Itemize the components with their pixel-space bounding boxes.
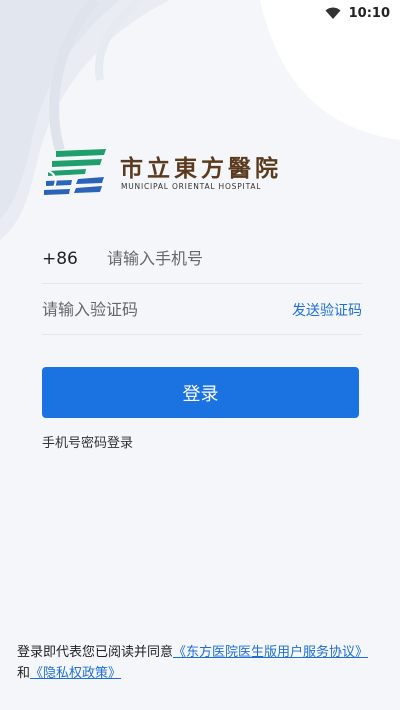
background-swirl bbox=[0, 0, 400, 240]
hospital-logo: 市立東方醫院 MUNICIPAL ORIENTAL HOSPITAL bbox=[42, 145, 278, 201]
status-bar: 10:10 bbox=[0, 0, 400, 26]
agreement-prefix: 登录即代表您已阅读并同意 bbox=[17, 645, 174, 660]
agreement-connector: 和 bbox=[17, 666, 31, 681]
login-button[interactable]: 登录 bbox=[42, 367, 359, 418]
hospital-name-cn: 市立東方醫院 bbox=[120, 155, 282, 182]
password-login-link[interactable]: 手机号密码登录 bbox=[42, 432, 133, 451]
verification-code-input[interactable] bbox=[42, 300, 292, 319]
status-time: 10:10 bbox=[348, 5, 390, 21]
agreement-text: 登录即代表您已阅读并同意《东方医院医生版用户服务协议》和《隐私权政策》 bbox=[17, 642, 377, 684]
send-code-button[interactable]: 发送验证码 bbox=[292, 300, 362, 320]
wifi-icon bbox=[325, 7, 341, 19]
phone-input[interactable] bbox=[107, 249, 362, 268]
privacy-policy-link[interactable]: 《隐私权政策》 bbox=[30, 666, 121, 681]
code-row: 发送验证码 bbox=[42, 285, 362, 335]
hospital-name-en: MUNICIPAL ORIENTAL HOSPITAL bbox=[121, 182, 262, 191]
country-code-selector[interactable]: +86 bbox=[42, 249, 107, 269]
hospital-logo-mark-icon bbox=[44, 149, 106, 195]
service-agreement-link[interactable]: 《东方医院医生版用户服务协议》 bbox=[173, 645, 368, 660]
phone-row: +86 bbox=[42, 234, 362, 284]
